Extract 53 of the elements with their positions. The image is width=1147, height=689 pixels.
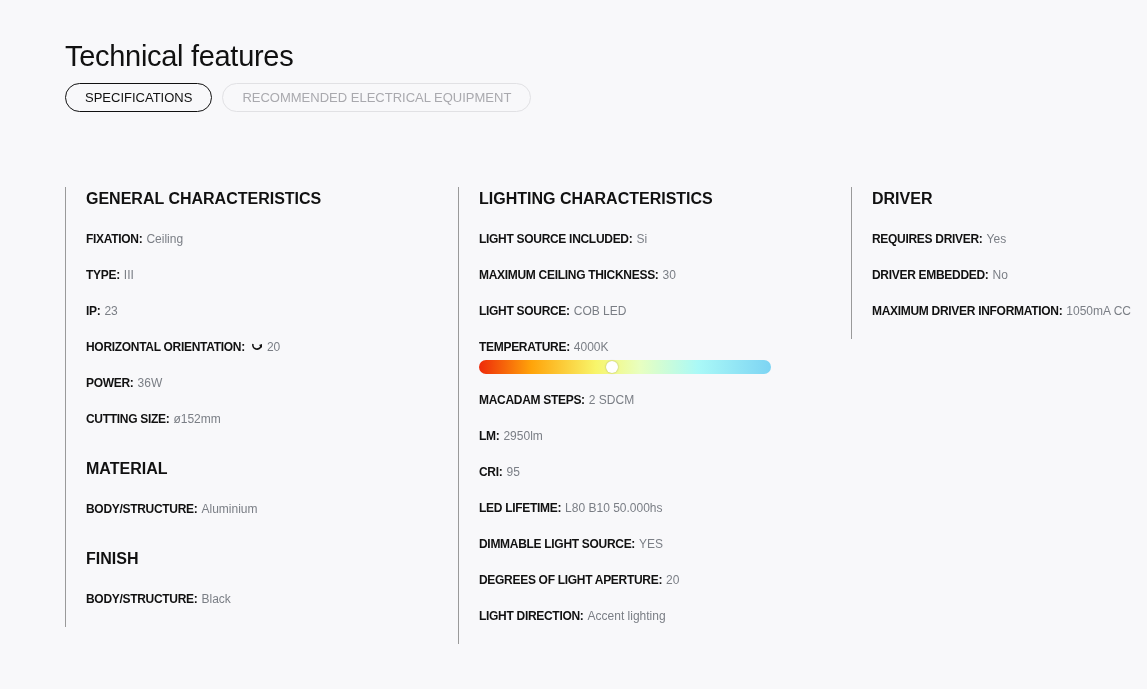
spec-value: Aluminium bbox=[201, 501, 258, 516]
spec-label: MAXIMUM CEILING THICKNESS: bbox=[479, 267, 659, 282]
spec-label: TEMPERATURE: bbox=[479, 339, 570, 354]
spec-value: 2950lm bbox=[503, 428, 543, 443]
section-heading: MATERIAL bbox=[86, 459, 169, 479]
spec-label: HORIZONTAL ORIENTATION: bbox=[86, 339, 245, 354]
spec-label: DRIVER EMBEDDED: bbox=[872, 267, 989, 282]
spec-value: 1050mA CC bbox=[1066, 303, 1132, 318]
spec-value: III bbox=[123, 267, 134, 282]
spec-label: LIGHT SOURCE: bbox=[479, 303, 570, 318]
spec-label: DIMMABLE LIGHT SOURCE: bbox=[479, 536, 636, 551]
spec-value: 95 bbox=[506, 464, 520, 479]
slider-thumb[interactable] bbox=[605, 361, 618, 373]
spec-label: TYPE: bbox=[86, 267, 120, 282]
rotation-icon bbox=[250, 341, 263, 352]
spec-value: Black bbox=[201, 591, 231, 606]
section-heading: LIGHTING CHARACTERISTICS bbox=[479, 189, 714, 209]
spec-label: MAXIMUM DRIVER INFORMATION: bbox=[872, 303, 1063, 318]
spec-value: 20 bbox=[266, 339, 281, 354]
spec-value: Accent lighting bbox=[587, 608, 666, 623]
spec-label: BODY/STRUCTURE: bbox=[86, 591, 198, 606]
spec-value: 36W bbox=[137, 375, 163, 390]
spec-value: No bbox=[992, 267, 1008, 282]
spec-label: CUTTING SIZE: bbox=[86, 411, 170, 426]
spec-value: 4000K bbox=[573, 339, 609, 354]
spec-label: FIXATION: bbox=[86, 231, 143, 246]
spec-label: BODY/STRUCTURE: bbox=[86, 501, 198, 516]
temperature-slider[interactable] bbox=[479, 360, 771, 374]
spec-value: ø152mm bbox=[173, 411, 221, 426]
spec-value: Yes bbox=[986, 231, 1007, 246]
spec-label: LED LIFETIME: bbox=[479, 500, 562, 515]
section-heading: GENERAL CHARACTERISTICS bbox=[86, 189, 323, 209]
spec-value: 2 SDCM bbox=[588, 392, 635, 407]
spec-value: Si bbox=[636, 231, 648, 246]
spec-value: 23 bbox=[104, 303, 118, 318]
spec-value: 20 bbox=[666, 572, 680, 587]
spec-label: MACADAM STEPS: bbox=[479, 392, 585, 407]
spec-label: CRI: bbox=[479, 464, 503, 479]
spec-value: Ceiling bbox=[146, 231, 184, 246]
spec-label: LIGHT DIRECTION: bbox=[479, 608, 584, 623]
spec-value: YES bbox=[639, 536, 664, 551]
spec-value: L80 B10 50.000hs bbox=[565, 500, 663, 515]
spec-label: REQUIRES DRIVER: bbox=[872, 231, 983, 246]
section-heading: DRIVER bbox=[872, 189, 934, 209]
spec-value: COB LED bbox=[573, 303, 627, 318]
spec-label: DEGREES OF LIGHT APERTURE: bbox=[479, 572, 663, 587]
spec-label: IP: bbox=[86, 303, 101, 318]
page-title: Technical features bbox=[65, 40, 295, 73]
spec-label: LIGHT SOURCE INCLUDED: bbox=[479, 231, 633, 246]
section-heading: FINISH bbox=[86, 549, 140, 569]
spec-label: POWER: bbox=[86, 375, 134, 390]
spec-label: LM: bbox=[479, 428, 500, 443]
spec-value: 30 bbox=[662, 267, 676, 282]
